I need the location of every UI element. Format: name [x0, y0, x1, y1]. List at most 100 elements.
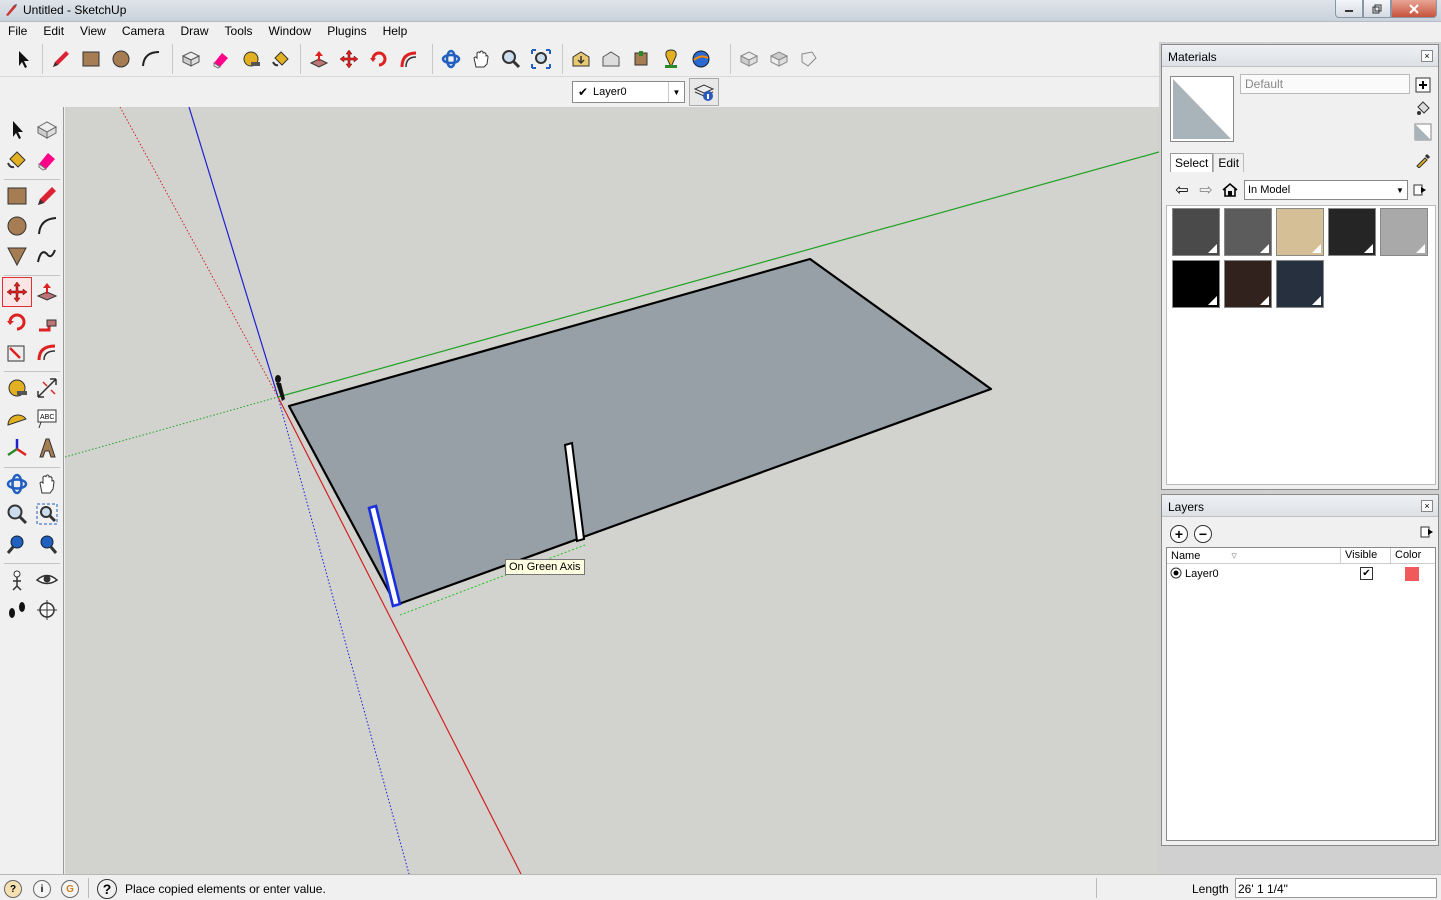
menu-plugins[interactable]: Plugins — [319, 22, 374, 42]
layer-row[interactable]: Layer0 ✔ — [1167, 564, 1435, 584]
tab-edit[interactable]: Edit — [1213, 153, 1245, 172]
geo-location-icon[interactable]: ? — [4, 880, 22, 898]
rotate-tool-button[interactable] — [364, 44, 394, 74]
menu-view[interactable]: View — [72, 22, 114, 42]
current-layer-dropdown[interactable]: ✔ Layer0 ▼ — [572, 81, 685, 103]
material-swatch[interactable] — [1276, 208, 1324, 256]
collection-dropdown[interactable]: In Model ▼ — [1244, 180, 1408, 200]
view-iso-button[interactable] — [734, 44, 764, 74]
left-paint-button[interactable] — [2, 145, 32, 175]
active-layer-radio[interactable] — [1167, 567, 1185, 582]
tape-measure-button[interactable] — [236, 44, 266, 74]
menu-draw[interactable]: Draw — [173, 22, 217, 42]
left-section-plane-button[interactable] — [32, 595, 62, 625]
column-color-header[interactable]: Color — [1391, 548, 1435, 563]
left-previous-view-button[interactable] — [2, 529, 32, 559]
material-preview[interactable] — [1170, 76, 1234, 142]
close-button[interactable] — [1391, 0, 1437, 18]
default-material-button[interactable] — [1414, 123, 1432, 141]
layer-color-swatch[interactable] — [1405, 567, 1419, 581]
get-models-button[interactable] — [566, 44, 596, 74]
delete-layer-button[interactable]: − — [1194, 525, 1212, 543]
layer-visible-checkbox[interactable]: ✔ — [1360, 567, 1373, 580]
paint-bucket-button[interactable] — [266, 44, 296, 74]
left-zoom-extents-button[interactable] — [32, 529, 62, 559]
rectangle-tool-button[interactable] — [76, 44, 106, 74]
material-swatch[interactable] — [1172, 260, 1220, 308]
left-position-camera-button[interactable] — [2, 565, 32, 595]
menu-window[interactable]: Window — [261, 22, 320, 42]
add-layer-button[interactable]: + — [1170, 525, 1188, 543]
left-freehand-button[interactable] — [32, 241, 62, 271]
share-model-button[interactable] — [596, 44, 626, 74]
material-swatch[interactable] — [1224, 208, 1272, 256]
left-walk-button[interactable] — [2, 595, 32, 625]
google-earth-button[interactable] — [686, 44, 716, 74]
left-look-around-button[interactable] — [32, 565, 62, 595]
left-push-pull-button[interactable] — [32, 277, 62, 307]
left-offset-button[interactable] — [32, 337, 62, 367]
left-circle-button[interactable] — [2, 211, 32, 241]
google-sign-in-icon[interactable]: G — [61, 880, 79, 898]
paint-bucket-button[interactable] — [1414, 99, 1432, 117]
left-polygon-button[interactable] — [2, 241, 32, 271]
zoom-tool-button[interactable] — [496, 44, 526, 74]
orbit-tool-button[interactable] — [436, 44, 466, 74]
material-swatch[interactable] — [1328, 208, 1376, 256]
menu-help[interactable]: Help — [375, 22, 416, 42]
left-line-button[interactable] — [32, 181, 62, 211]
left-scale-button[interactable] — [2, 337, 32, 367]
material-name-field[interactable]: Default — [1240, 74, 1410, 94]
column-visible-header[interactable]: Visible — [1341, 548, 1391, 563]
layer-manager-button[interactable] — [689, 78, 719, 106]
in-model-home-button[interactable] — [1218, 179, 1242, 201]
add-location-button[interactable] — [656, 44, 686, 74]
menu-file[interactable]: File — [0, 22, 35, 42]
follow-me-button[interactable] — [394, 44, 424, 74]
layers-close-button[interactable]: × — [1421, 500, 1433, 512]
make-component-button[interactable] — [176, 44, 206, 74]
left-follow-me-button[interactable] — [32, 307, 62, 337]
left-component-button[interactable] — [32, 115, 62, 145]
material-swatch[interactable] — [1172, 208, 1220, 256]
column-name-header[interactable]: Name ▿ — [1167, 548, 1341, 563]
left-zoom-button[interactable] — [2, 499, 32, 529]
create-material-button[interactable] — [1414, 76, 1432, 94]
share-component-button[interactable] — [626, 44, 656, 74]
measurements-input[interactable]: 26' 1 1/4" — [1235, 878, 1437, 898]
zoom-extents-button[interactable] — [526, 44, 556, 74]
push-pull-button[interactable] — [304, 44, 334, 74]
select-tool-button[interactable] — [8, 44, 38, 74]
left-pan-button[interactable] — [32, 469, 62, 499]
left-move-button[interactable] — [2, 277, 32, 307]
maximize-button[interactable] — [1363, 0, 1391, 18]
menu-tools[interactable]: Tools — [217, 22, 261, 42]
rectangle-face[interactable] — [287, 257, 993, 607]
scene-canvas[interactable] — [65, 107, 1159, 874]
arc-tool-button[interactable] — [136, 44, 166, 74]
details-button[interactable] — [1408, 179, 1432, 201]
left-text-button[interactable]: ABC — [32, 403, 62, 433]
left-rotate-button[interactable] — [2, 307, 32, 337]
left-orbit-button[interactable] — [2, 469, 32, 499]
eraser-tool-button[interactable] — [206, 44, 236, 74]
material-swatch[interactable] — [1224, 260, 1272, 308]
left-rectangle-button[interactable] — [2, 181, 32, 211]
left-dimension-button[interactable] — [32, 373, 62, 403]
forward-button[interactable]: ⇨ — [1194, 179, 1218, 201]
view-front-button[interactable] — [794, 44, 824, 74]
back-button[interactable]: ⇦ — [1170, 179, 1194, 201]
credits-icon[interactable]: i — [33, 880, 51, 898]
menu-edit[interactable]: Edit — [35, 22, 72, 42]
instructor-help-icon[interactable]: ? — [97, 879, 117, 899]
line-tool-button[interactable] — [46, 44, 76, 74]
left-axes-button[interactable] — [2, 433, 32, 463]
circle-tool-button[interactable] — [106, 44, 136, 74]
layers-details-button[interactable] — [1420, 525, 1434, 542]
left-tape-measure-button[interactable] — [2, 373, 32, 403]
view-top-button[interactable] — [764, 44, 794, 74]
left-protractor-button[interactable] — [2, 403, 32, 433]
sample-paint-button[interactable] — [1414, 151, 1432, 169]
left-arc-button[interactable] — [32, 211, 62, 241]
menu-camera[interactable]: Camera — [114, 22, 173, 42]
